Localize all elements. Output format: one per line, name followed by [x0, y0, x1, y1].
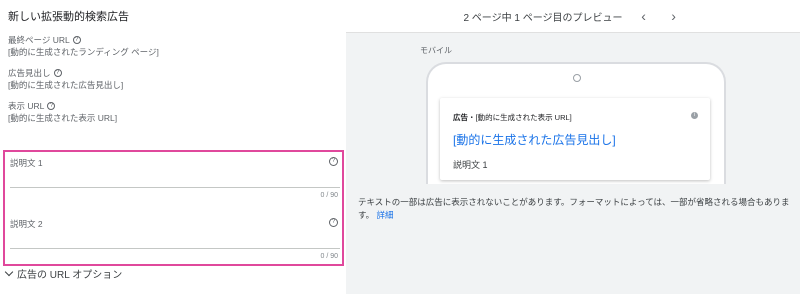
preview-notice: テキストの一部は広告に表示されないことがあります。フォーマットによっては、一部が… [358, 196, 790, 222]
help-icon[interactable]: ? [329, 218, 338, 227]
display-url-label: 表示 URL ? [8, 100, 56, 112]
description2-field[interactable]: 説明文 2 ? 0 / 90 [10, 218, 340, 268]
device-label: モバイル [420, 46, 452, 55]
ad-headline: [動的に生成された広告見出し] [453, 133, 616, 147]
headline-value: [動的に生成された広告見出し] [8, 80, 124, 90]
final-url-label-text: 最終ページ URL [8, 35, 70, 45]
help-icon[interactable]: ? [47, 102, 56, 110]
description2-label: 説明文 2 [10, 219, 43, 229]
ad-separator: ・ [468, 113, 476, 122]
final-url-label: 最終ページ URL ? [8, 34, 81, 46]
headline-label-text: 広告見出し [8, 68, 51, 78]
description1-counter: 0 / 90 [320, 192, 338, 199]
url-options-toggle[interactable]: 広告の URL オプション [4, 266, 123, 281]
description2-counter: 0 / 90 [320, 253, 338, 260]
ad-url-line: 広告・[動的に生成された表示 URL] [453, 112, 572, 123]
phone-frame: 広告・[動的に生成された表示 URL] i [動的に生成された広告見出し] 説明… [426, 62, 726, 184]
preview-header: 2 ページ中 1 ページ目のプレビュー ‹ › [346, 0, 800, 33]
ad-editor-panel: 新しい拡張動的検索広告 最終ページ URL ? [動的に生成されたランディング … [0, 0, 346, 294]
help-icon[interactable]: ? [72, 36, 81, 44]
phone-camera [573, 74, 581, 82]
headline-label: 広告見出し ? [8, 67, 62, 79]
preview-page-indicator: 2 ページ中 1 ページ目のプレビュー [463, 12, 623, 24]
ad-badge: 広告 [453, 113, 468, 122]
help-icon[interactable]: ? [329, 157, 338, 166]
description1-label: 説明文 1 [10, 158, 43, 168]
ad-display-url: [動的に生成された表示 URL] [475, 113, 572, 122]
chevron-right-icon[interactable]: › [665, 9, 683, 23]
chevron-left-icon[interactable]: ‹ [635, 9, 653, 23]
chevron-down-icon [4, 267, 14, 277]
ad-description: 説明文 1 [453, 160, 488, 170]
description1-input[interactable] [10, 187, 340, 188]
display-url-label-text: 表示 URL [8, 101, 45, 111]
form-title: 新しい拡張動的検索広告 [8, 11, 129, 23]
description2-input[interactable] [10, 248, 340, 249]
notice-text: テキストの一部は広告に表示されないことがあります。フォーマットによっては、一部が… [358, 197, 790, 220]
help-icon[interactable]: ? [53, 69, 62, 77]
ad-preview-card: 広告・[動的に生成された表示 URL] i [動的に生成された広告見出し] 説明… [440, 98, 710, 180]
url-options-label: 広告の URL オプション [17, 270, 123, 281]
preview-panel: 2 ページ中 1 ページ目のプレビュー ‹ › モバイル 広告・[動的に生成され… [346, 0, 800, 294]
description-fields-highlight: 説明文 1 ? 0 / 90 説明文 2 ? 0 / 90 [3, 150, 344, 266]
details-link[interactable]: 詳細 [377, 210, 394, 220]
info-icon[interactable]: i [691, 112, 698, 119]
display-url-value: [動的に生成された表示 URL] [8, 113, 118, 123]
final-url-value: [動的に生成されたランディング ページ] [8, 47, 159, 57]
description1-field[interactable]: 説明文 1 ? 0 / 90 [10, 157, 340, 207]
